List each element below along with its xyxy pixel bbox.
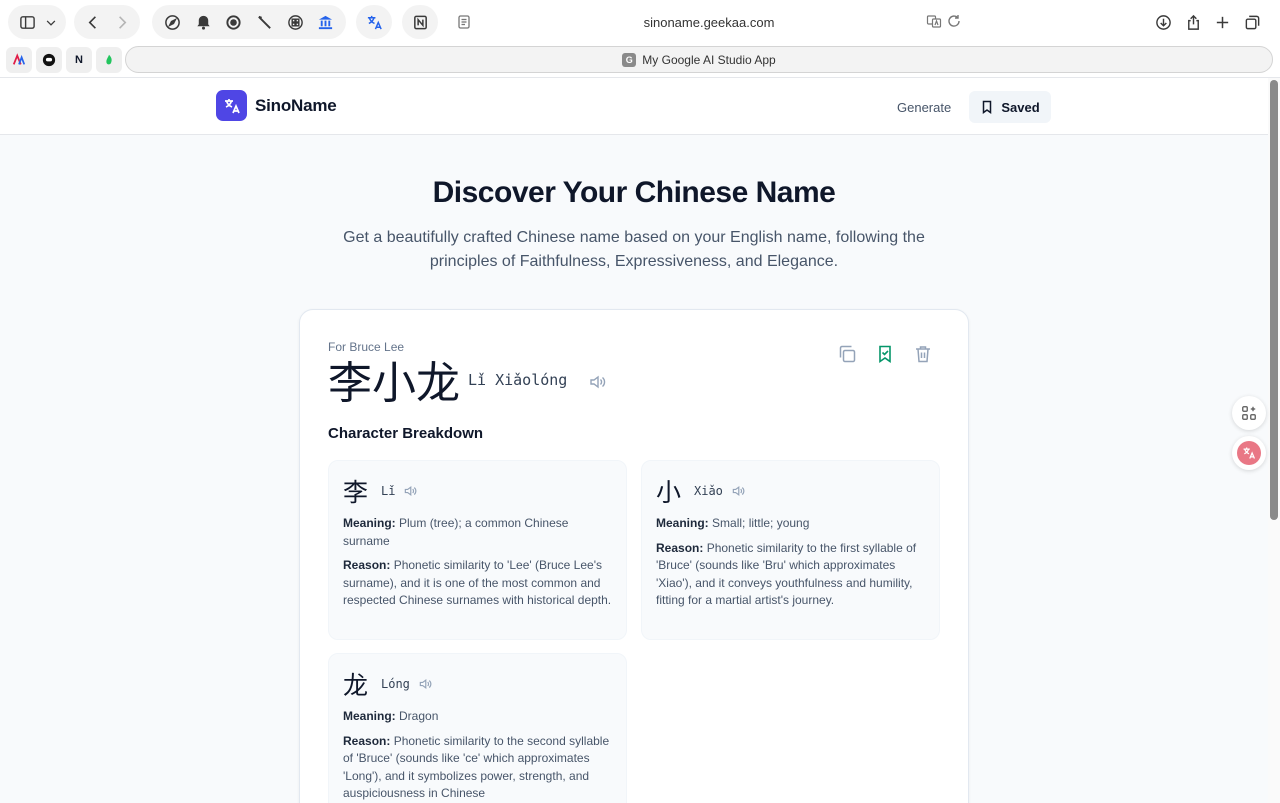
bookmark-icon <box>983 100 992 114</box>
tab-bar: N G My Google AI Studio App <box>0 46 1280 76</box>
reload-icon[interactable] <box>946 13 962 32</box>
character-meaning: Meaning: Plum (tree); a common Chinese s… <box>343 516 569 548</box>
download-icon[interactable] <box>1152 9 1176 35</box>
address-url: sinoname.geekaa.com <box>643 14 775 30</box>
name-pinyin: Lǐ Xiǎolóng <box>468 371 568 389</box>
nav-saved-label: Saved <box>1001 99 1040 115</box>
chinese-name: 李小龙 <box>328 358 460 409</box>
tab-title: My Google AI Studio App <box>642 52 776 67</box>
app-header: SinoName Generate Saved <box>0 78 1268 135</box>
nav-saved[interactable]: Saved <box>969 91 1051 123</box>
trash-icon[interactable] <box>913 344 933 364</box>
character-reason: Reason: Phonetic similarity to the secon… <box>343 733 610 801</box>
translate-badge-icon <box>1237 441 1261 465</box>
new-tab-icon[interactable] <box>1211 9 1235 35</box>
character-reason: Reason: Phonetic similarity to the first… <box>656 540 917 608</box>
copy-icon[interactable] <box>837 344 857 364</box>
translate-ext <box>356 5 392 39</box>
translate-logo-icon <box>224 98 240 113</box>
speaker-icon[interactable] <box>588 373 606 391</box>
character-card: 小 Xiǎo Meaning: Small; little; young Rea… <box>641 460 940 640</box>
bell-icon[interactable] <box>191 9 216 35</box>
back-icon[interactable] <box>82 9 104 35</box>
grid-app-icon[interactable] <box>283 9 308 35</box>
for-name-label: For Bruce Lee <box>328 340 405 354</box>
compass-icon[interactable] <box>160 9 185 35</box>
scrollbar-thumb[interactable] <box>1270 80 1278 520</box>
sidebar-toggle-group <box>8 5 66 39</box>
floating-apps-button[interactable] <box>1232 396 1266 430</box>
nav-generate[interactable]: Generate <box>885 92 963 122</box>
favicon-ai[interactable] <box>6 47 32 73</box>
address-bar[interactable]: sinoname.geekaa.com <box>448 6 970 38</box>
character-pinyin: Xiǎo <box>694 484 723 498</box>
character-reason: Reason: Phonetic similarity to 'Lee' (Br… <box>343 558 612 607</box>
apps-add-icon <box>1242 406 1256 420</box>
character-glyph: 龙 <box>343 671 369 700</box>
nav-buttons <box>74 5 140 39</box>
logo[interactable] <box>216 90 247 121</box>
page-translate-icon[interactable] <box>926 13 942 32</box>
favicon-notion[interactable]: N <box>66 47 92 73</box>
share-icon[interactable] <box>1182 9 1206 35</box>
favicon-chat[interactable] <box>36 47 62 73</box>
character-card: 龙 Lóng Meaning: Dragon Reason: Phonetic … <box>328 653 627 803</box>
speaker-icon[interactable] <box>403 484 417 498</box>
character-pinyin: Lóng <box>381 677 410 691</box>
extensions-group <box>152 5 346 39</box>
right-toolbar <box>1144 5 1272 39</box>
active-tab[interactable]: G My Google AI Studio App <box>125 46 1273 73</box>
browser-chrome: sinoname.geekaa.com N G My Google AI Stu… <box>0 0 1280 78</box>
floating-translate-button[interactable] <box>1232 436 1266 470</box>
speaker-icon[interactable] <box>731 484 745 498</box>
speaker-icon[interactable] <box>418 677 432 691</box>
tab-overview-icon[interactable] <box>1241 9 1265 35</box>
record-icon[interactable] <box>221 9 246 35</box>
brand-name[interactable]: SinoName <box>255 96 337 116</box>
notion-icon[interactable] <box>407 9 433 35</box>
character-glyph: 小 <box>656 478 682 507</box>
tab-favicon-icon: G <box>622 52 637 67</box>
page-subtitle: Get a beautifully crafted Chinese name b… <box>343 229 925 270</box>
chevron-down-icon[interactable] <box>44 9 58 35</box>
character-pinyin: Lǐ <box>381 484 396 498</box>
browser-toolbar: sinoname.geekaa.com <box>0 0 1280 46</box>
section-title: Character Breakdown <box>328 425 484 442</box>
forward-icon[interactable] <box>110 9 132 35</box>
result-card: For Bruce Lee 李小龙 Lǐ Xiǎolóng Character … <box>299 309 969 803</box>
notion-ext <box>402 5 438 39</box>
character-glyph: 李 <box>343 478 369 507</box>
sidebar-icon[interactable] <box>16 9 38 35</box>
character-meaning: Meaning: Dragon <box>343 709 439 723</box>
card-actions <box>837 344 933 364</box>
bookmark-check-icon[interactable] <box>875 344 895 364</box>
favicon-leaf[interactable] <box>96 47 122 73</box>
page-title: Discover Your Chinese Name <box>432 176 836 209</box>
translate-icon[interactable] <box>361 9 387 35</box>
reader-icon[interactable] <box>456 14 472 30</box>
character-meaning: Meaning: Small; little; young <box>656 516 810 530</box>
museum-icon[interactable] <box>313 9 338 35</box>
pinned-tabs: N <box>6 47 122 75</box>
pen-icon[interactable] <box>252 9 277 35</box>
character-card: 李 Lǐ Meaning: Plum (tree); a common Chin… <box>328 460 627 640</box>
